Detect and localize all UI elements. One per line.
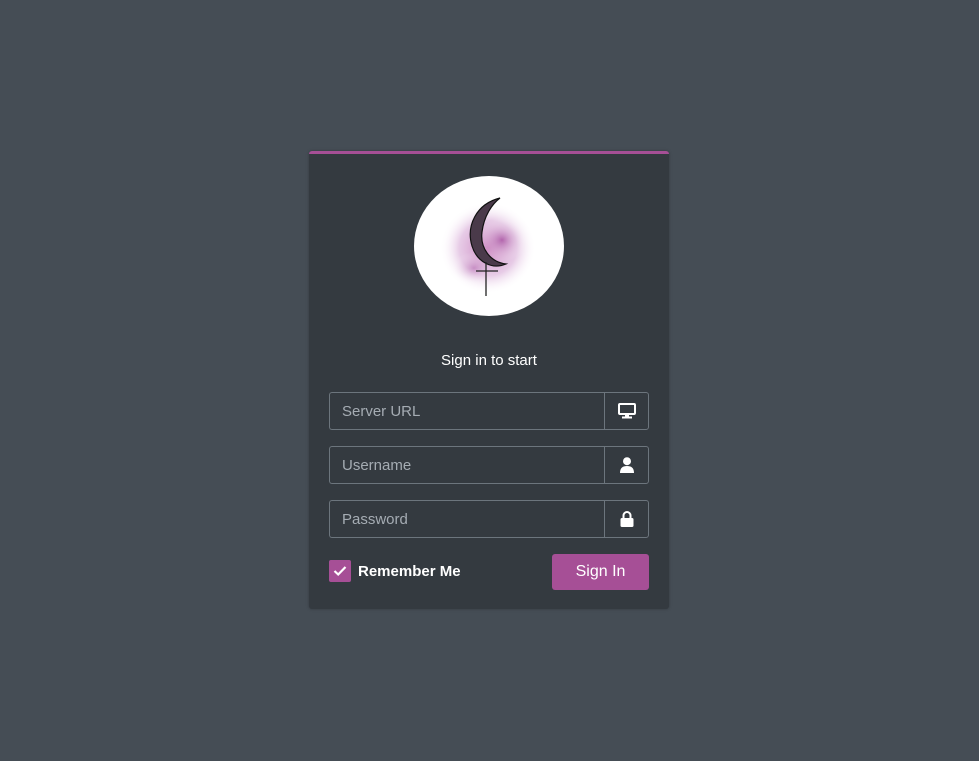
desktop-icon: [617, 403, 636, 419]
server-url-group: [329, 392, 649, 430]
sign-in-button[interactable]: Sign In: [552, 554, 649, 590]
login-page: Sign in to start Server URL Username Rem…: [0, 0, 979, 761]
server-url-addon: [604, 392, 649, 430]
username-addon: [604, 446, 649, 484]
logo: [414, 176, 564, 316]
username-group: [329, 446, 649, 484]
username-input[interactable]: [329, 446, 604, 484]
remember-me[interactable]: Remember Me: [329, 560, 461, 582]
remember-me-checkbox[interactable]: [329, 560, 351, 582]
user-icon: [619, 457, 634, 473]
check-icon: [333, 566, 347, 577]
remember-me-label: Remember Me: [358, 562, 461, 580]
lock-icon: [620, 511, 633, 527]
login-card: Sign in to start Server URL Username Rem…: [309, 151, 669, 609]
login-subtitle: Sign in to start: [441, 352, 537, 369]
password-input[interactable]: [329, 500, 604, 538]
password-group: [329, 500, 649, 538]
moon-venus-logo-icon: [440, 197, 536, 296]
server-url-input[interactable]: [329, 392, 604, 430]
password-addon: [604, 500, 649, 538]
